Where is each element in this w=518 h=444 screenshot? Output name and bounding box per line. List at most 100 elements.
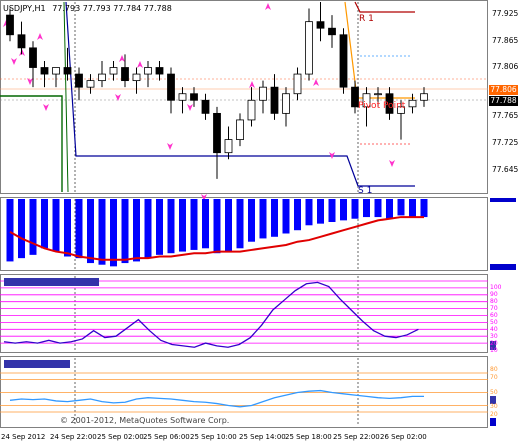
histogram-bar (18, 199, 25, 259)
price-pane-frame (0, 0, 488, 194)
histogram-bar (397, 199, 405, 216)
histogram-bar (282, 199, 290, 234)
histogram-bar (340, 199, 347, 221)
candle-body (75, 73, 83, 88)
green-channel-line (0, 95, 63, 192)
candle-body (144, 67, 152, 75)
histogram-bar (305, 199, 313, 226)
candle-body (98, 73, 106, 82)
level-label: 40 (490, 326, 498, 333)
candle-body (201, 99, 210, 114)
histogram-bar (259, 199, 267, 239)
histogram-bar (133, 199, 140, 262)
price-tick: 77.925 (492, 9, 518, 18)
candle-body (374, 93, 382, 96)
fractal-arrow (43, 104, 49, 111)
r1-label: R 1 (359, 14, 374, 24)
ohlc-values: 77.793 77.793 77.784 77.788 (52, 4, 172, 13)
level-label: 90 (490, 291, 498, 298)
histogram-bar (52, 199, 60, 252)
fractal-arrow (27, 78, 33, 85)
price-tick: 77.725 (492, 138, 518, 147)
histogram-bar (374, 199, 382, 218)
candle-body (132, 73, 141, 82)
fractal-arrow (389, 160, 395, 167)
fractal-arrow (265, 3, 271, 10)
price-tick: 77.765 (492, 111, 518, 120)
candle-body (121, 67, 129, 82)
candle-body (109, 67, 118, 75)
histogram-bar (121, 199, 129, 264)
fractal-arrow (167, 143, 173, 150)
price-tick: 77.865 (492, 36, 518, 45)
fractal-arrow (119, 55, 125, 62)
candle-body (247, 99, 256, 121)
candle-body (52, 67, 60, 75)
candle-body (316, 21, 325, 29)
histogram-bar (328, 199, 336, 222)
level-label: 20 (490, 411, 498, 418)
level-label: 20 (490, 340, 498, 347)
level-label: 50 (490, 389, 498, 396)
current-price-tag: 77.788 (489, 96, 518, 106)
price-tick: 77.806 (492, 62, 518, 71)
time-tick: 25 Sep 18:00 (285, 433, 332, 441)
histogram-bar (271, 199, 278, 237)
histogram-bar (420, 199, 428, 218)
fractal-arrow (137, 61, 143, 68)
fractal-arrow (11, 58, 17, 65)
chart-canvas[interactable] (0, 0, 518, 444)
histogram-bar (225, 199, 232, 252)
histogram-bar (156, 199, 163, 255)
histogram-bar (64, 199, 71, 257)
level-label: 30 (490, 403, 498, 410)
histogram-bar (167, 199, 175, 254)
histogram-bar (179, 199, 186, 252)
macd-value-tag (490, 264, 516, 270)
level-label: 30 (490, 333, 498, 340)
level-label: 70 (490, 305, 498, 312)
candle-body (408, 99, 417, 108)
fractal-arrow (187, 104, 193, 111)
time-tick: 24 Sep 22:00 (50, 433, 97, 441)
candle-body (270, 86, 279, 114)
candle-body (167, 73, 175, 101)
histogram-bar (248, 199, 255, 242)
histogram-bar (87, 199, 94, 264)
level-label: 50 (490, 319, 498, 326)
oscillator-indicator-label (4, 278, 99, 286)
histogram-bar (386, 199, 393, 219)
level-label: 10 (490, 347, 498, 354)
time-tick: 25 Sep 10:00 (190, 433, 237, 441)
candle-body (6, 14, 14, 36)
fractal-arrow (249, 81, 255, 88)
histogram-bar (213, 199, 221, 254)
price-tick: 77.645 (492, 165, 518, 174)
histogram-bar (294, 199, 301, 231)
histogram-bar (190, 199, 198, 250)
macd-top-tag (490, 198, 516, 202)
candle-body (305, 21, 313, 75)
candle-body (339, 34, 348, 88)
time-tick: 24 Sep 2012 (1, 433, 46, 441)
candle-body (29, 47, 37, 68)
candle-body (224, 139, 233, 154)
s1-label: S 1 (358, 186, 373, 196)
candle-body (282, 93, 290, 114)
pivot-label: Pivot Point (358, 101, 406, 111)
histogram-bar (29, 199, 37, 255)
candle-body (190, 93, 198, 101)
histogram-bar (317, 199, 324, 224)
candle-body (293, 73, 302, 95)
candle-body (86, 80, 95, 88)
oscillator-line (3, 281, 419, 348)
fractal-arrow (37, 33, 43, 40)
level-label: 100 (490, 284, 502, 291)
symbol-label: USDJPY,H1 (3, 4, 46, 13)
candle-body (213, 112, 221, 154)
histogram-bar (351, 199, 359, 219)
time-tick: 25 Sep 22:00 (333, 433, 380, 441)
time-tick: 25 Sep 06:00 (143, 433, 190, 441)
histogram-bar (98, 199, 106, 265)
histogram-bar (409, 199, 416, 218)
